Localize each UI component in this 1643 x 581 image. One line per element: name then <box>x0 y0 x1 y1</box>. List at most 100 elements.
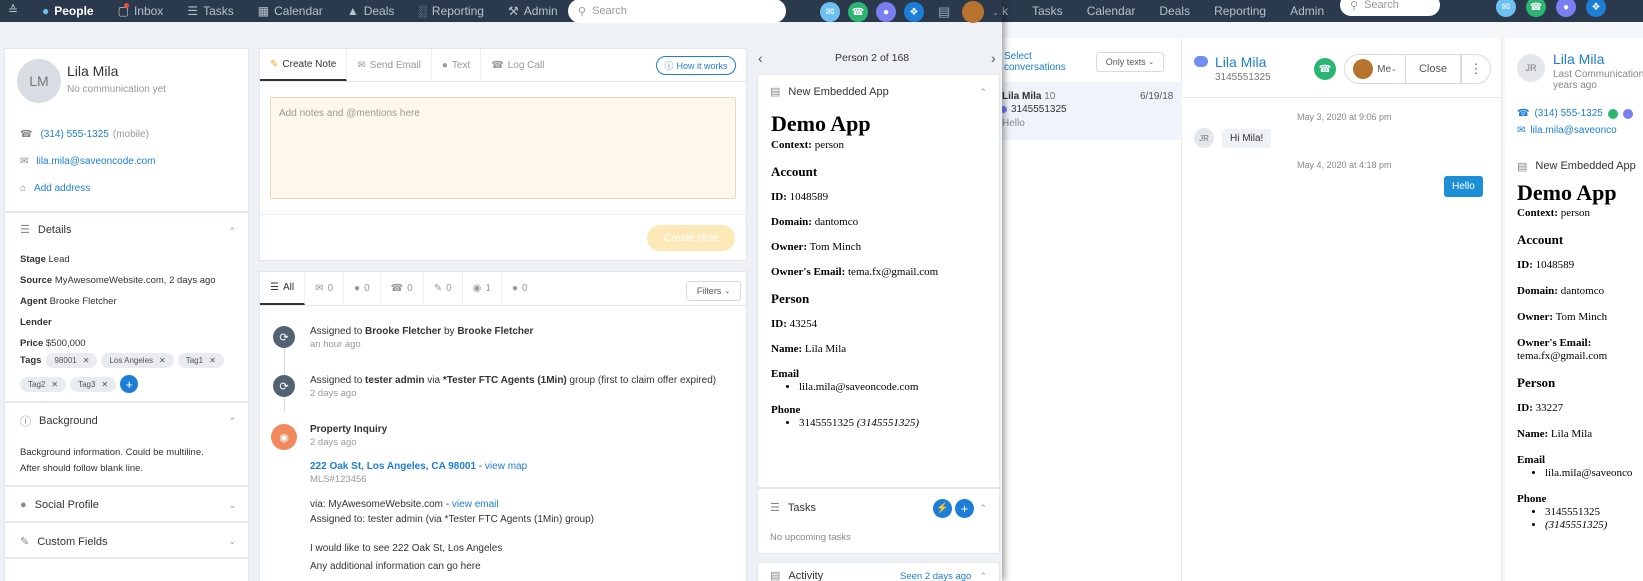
chevron-up-icon[interactable]: ⌃ <box>228 226 236 237</box>
nav-item-tasks[interactable]: ☰ Tasks <box>175 0 245 22</box>
chevron-up-icon[interactable]: ⌃ <box>979 87 987 98</box>
call-icon[interactable]: ☎ <box>1314 58 1336 80</box>
close-icon[interactable]: ✕ <box>159 356 166 365</box>
conversation-item[interactable]: Lila Mila 10 6/19/18 3145551325 Hello <box>1000 82 1182 140</box>
custom-fields-section[interactable]: ✎ Custom Fields ⌄ <box>4 522 249 558</box>
filter-tab-note[interactable]: ✎ 0 <box>424 272 463 305</box>
phone-icon[interactable]: ☎ <box>1526 0 1546 17</box>
tag[interactable]: Tag1 ✕ <box>177 353 224 368</box>
assignee-label: Me <box>1377 63 1392 75</box>
book-icon[interactable]: ▤ <box>938 4 950 20</box>
nav-item-people[interactable]: ● People <box>30 0 106 22</box>
timeline-agent[interactable]: Brooke Fletcher <box>457 326 533 337</box>
contact-phone[interactable]: (314) 555-1325 <box>1534 108 1602 119</box>
user-avatar[interactable] <box>962 1 985 23</box>
chevron-up-icon[interactable]: ⌃ <box>228 416 236 427</box>
nav-item-partial[interactable]: k <box>1000 0 1020 22</box>
chevron-down-icon[interactable]: ⌄ <box>992 8 999 17</box>
add-tag-button[interactable]: + <box>120 375 139 393</box>
filter-tab-call[interactable]: ☎ 0 <box>381 272 424 305</box>
chevron-left-icon[interactable]: ‹ <box>758 50 763 66</box>
select-conversations[interactable]: Select conversations <box>1004 51 1066 73</box>
add-address-link[interactable]: Add address <box>34 183 90 194</box>
close-icon[interactable]: ✕ <box>83 356 90 365</box>
contact-name[interactable]: Lila Mila <box>1553 51 1604 67</box>
filter-tab-inquiry[interactable]: ◉ 1 <box>463 272 502 305</box>
embedded-app-header[interactable]: ▤ New Embedded App <box>770 85 889 99</box>
collapse-icon[interactable]: ≙ <box>8 3 18 17</box>
contact-email[interactable]: lila.mila@saveoncode.com <box>36 156 155 167</box>
chat-contact-name[interactable]: Lila Mila <box>1215 54 1266 70</box>
note-textarea[interactable]: Add notes and @mentions here <box>270 97 736 199</box>
chevron-right-icon[interactable]: › <box>991 50 996 66</box>
details-header[interactable]: ☰ Details <box>20 223 72 237</box>
tasks-header[interactable]: ☰ Tasks <box>770 501 816 515</box>
view-email-link[interactable]: view email <box>452 499 499 510</box>
close-icon[interactable]: ✕ <box>51 380 58 389</box>
chat-icon[interactable]: ● <box>1556 0 1576 17</box>
filters-dropdown[interactable]: Filters ⌄ <box>686 281 741 301</box>
detail-value[interactable]: $500,000 <box>46 338 86 349</box>
view-map-link[interactable]: view map <box>485 461 527 472</box>
nav-item-inbox[interactable]: ▢ Inbox <box>106 0 176 22</box>
chat-icon[interactable]: ● <box>876 2 896 22</box>
filter-dropdown[interactable]: Only texts ⌄ <box>1096 52 1164 72</box>
nav-item-deals[interactable]: ▲ Deals <box>335 0 407 22</box>
mail-icon[interactable]: ✉ <box>820 2 840 22</box>
contact-phone[interactable]: (314) 555-1325 <box>40 129 108 140</box>
search-input[interactable]: ⚲ Search <box>568 0 786 23</box>
tab-send-email[interactable]: ✉ Send Email <box>347 49 432 81</box>
add-task-button[interactable]: + <box>955 499 974 518</box>
detail-value[interactable]: Brooke Fletcher <box>50 296 117 307</box>
close-icon[interactable]: ✕ <box>209 356 216 365</box>
timeline-group[interactable]: *Tester FTC Agents (1Min) <box>443 375 567 386</box>
background-header[interactable]: ⓘ Background <box>20 413 98 429</box>
search-input[interactable]: ⚲ Search <box>1340 0 1440 16</box>
detail-value[interactable]: Lead <box>49 254 70 265</box>
call-icon[interactable] <box>1607 108 1618 119</box>
chevron-up-icon[interactable]: ⌃ <box>979 571 987 581</box>
timeline-agent[interactable]: tester admin <box>365 375 424 386</box>
nav-item-calendar[interactable]: ▦ Calendar <box>246 0 335 22</box>
timeline-agent[interactable]: Brooke Fletcher <box>365 326 441 337</box>
filter-tab-email[interactable]: ✉ 0 <box>305 272 345 305</box>
tag[interactable]: Los Angeles ✕ <box>101 353 174 368</box>
tab-create-note[interactable]: ✎ Create Note <box>260 49 348 81</box>
more-icon[interactable]: ⋮ <box>1461 54 1491 84</box>
activity-header[interactable]: ▤ Activity <box>770 569 823 581</box>
chevron-down-icon[interactable]: ⌄ <box>228 500 236 511</box>
assignee-dropdown[interactable]: Me ⌄ <box>1344 54 1406 84</box>
nav-item-admin[interactable]: Admin <box>1278 0 1336 22</box>
mail-icon[interactable]: ✉ <box>1496 0 1516 17</box>
tag[interactable]: Tag2 ✕ <box>20 376 67 392</box>
nav-item-admin[interactable]: ⚒ Admin <box>496 0 570 22</box>
close-button[interactable]: Close <box>1405 54 1461 84</box>
contact-email[interactable]: lila.mila@saveonco <box>1530 125 1616 136</box>
nav-item-reporting[interactable]: Reporting <box>1202 0 1278 22</box>
filter-tab-other[interactable]: ● 0 <box>502 272 538 305</box>
dialer-icon[interactable]: ❖ <box>1586 0 1606 17</box>
tag[interactable]: 98001 ✕ <box>46 353 98 368</box>
lightning-icon[interactable]: ⚡ <box>933 499 952 518</box>
phone-icon[interactable]: ☎ <box>848 2 868 22</box>
dialer-icon[interactable]: ❖ <box>904 2 924 22</box>
property-address-link[interactable]: 222 Oak St, Los Angeles, CA 98001 <box>310 461 476 472</box>
chevron-down-icon[interactable]: ⌄ <box>228 536 236 547</box>
chat-icon[interactable] <box>1622 108 1633 119</box>
chevron-up-icon[interactable]: ⌃ <box>979 503 987 514</box>
nav-item-deals[interactable]: Deals <box>1147 0 1202 22</box>
embedded-app-header[interactable]: ▤ New Embedded App <box>1517 160 1636 173</box>
filter-tab-text[interactable]: ● 0 <box>344 272 381 305</box>
social-profile-section[interactable]: ● Social Profile ⌄ <box>4 486 249 522</box>
nav-item-tasks[interactable]: Tasks <box>1020 0 1075 22</box>
tab-text[interactable]: ● Text <box>432 49 482 81</box>
how-it-works-button[interactable]: ⓘ How it works <box>656 56 736 75</box>
nav-item-reporting[interactable]: ░ Reporting <box>406 0 496 22</box>
close-icon[interactable]: ✕ <box>101 380 108 389</box>
create-note-button[interactable]: Create Note <box>647 225 735 251</box>
detail-value[interactable]: MyAwesomeWebsite.com, 2 days ago <box>55 275 216 286</box>
tab-log-call[interactable]: ☎ Log Call <box>481 49 554 81</box>
nav-item-calendar[interactable]: Calendar <box>1075 0 1148 22</box>
filter-tab-all[interactable]: ☰ All <box>260 272 306 305</box>
tag[interactable]: Tag3 ✕ <box>70 376 117 392</box>
